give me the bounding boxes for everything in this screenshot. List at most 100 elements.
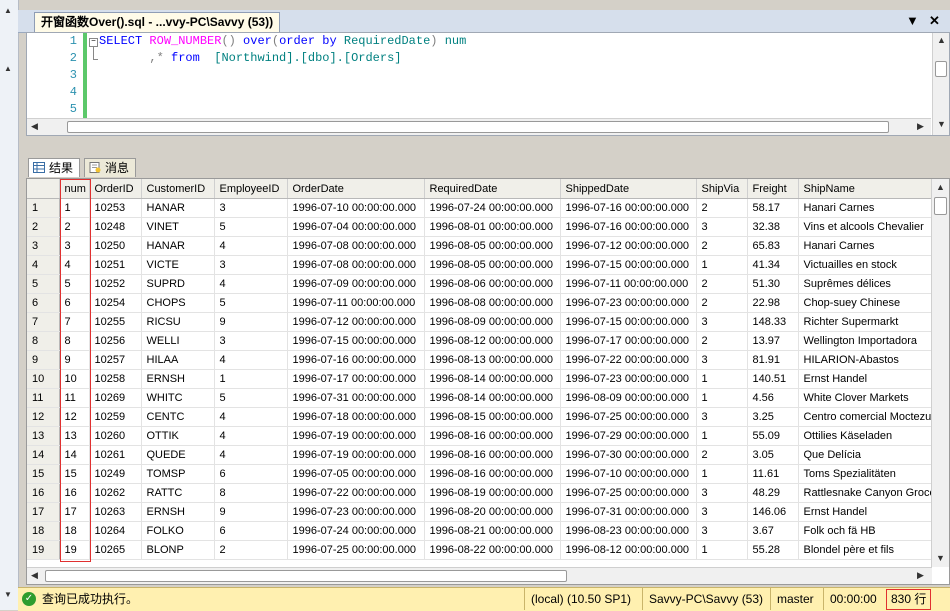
row-number-cell[interactable]: 5 (27, 274, 60, 294)
table-cell[interactable]: 55.28 (747, 540, 799, 560)
table-cell[interactable]: Chop-suey Chinese (798, 293, 948, 313)
table-cell[interactable]: 51.30 (747, 274, 799, 294)
table-cell[interactable]: 1996-07-15 00:00:00.000 (287, 331, 425, 351)
grid-horizontal-scrollbar[interactable]: ◀ ▶ (27, 567, 932, 584)
table-cell[interactable]: 13 (59, 426, 90, 446)
table-cell[interactable]: 3 (696, 502, 748, 522)
table-cell[interactable]: 10250 (89, 236, 142, 256)
table-cell[interactable]: 1996-07-10 00:00:00.000 (560, 464, 697, 484)
tab-results[interactable]: 结果 (28, 158, 81, 177)
table-cell[interactable]: HILAA (141, 350, 215, 370)
table-cell[interactable]: 1996-08-23 00:00:00.000 (560, 521, 697, 541)
table-cell[interactable]: Ottilies Käseladen (798, 426, 948, 446)
table-cell[interactable]: White Clover Markets (798, 388, 948, 408)
table-cell[interactable]: 9 (214, 312, 288, 332)
table-cell[interactable]: 1 (696, 369, 748, 389)
results-grid[interactable]: num OrderID CustomerID EmployeeID OrderD… (26, 178, 950, 585)
table-row[interactable]: 14 14 10261 QUEDE 4 1996-07-19 00:00:00.000 19… (27, 445, 948, 465)
table-cell[interactable]: 1996-07-31 00:00:00.000 (287, 388, 425, 408)
table-cell[interactable]: 1996-07-15 00:00:00.000 (560, 255, 697, 275)
table-cell[interactable]: 4 (214, 407, 288, 427)
table-cell[interactable]: 3 (214, 255, 288, 275)
table-cell[interactable]: 1996-07-25 00:00:00.000 (560, 483, 697, 503)
table-cell[interactable]: 1996-07-23 00:00:00.000 (287, 502, 425, 522)
table-cell[interactable]: Que Delícia (798, 445, 948, 465)
table-cell[interactable]: 2 (696, 274, 748, 294)
table-cell[interactable]: 12 (59, 407, 90, 427)
table-row[interactable]: 7 7 10255 RICSU 9 1996-07-12 00:00:00.000 1996… (27, 312, 948, 332)
table-cell[interactable]: 1996-08-22 00:00:00.000 (424, 540, 561, 560)
scroll-right-icon[interactable]: ▶ (917, 121, 924, 132)
table-cell[interactable]: 3.05 (747, 445, 799, 465)
table-cell[interactable]: 6 (59, 293, 90, 313)
table-cell[interactable]: 1996-07-10 00:00:00.000 (287, 198, 425, 218)
table-cell[interactable]: 1996-07-29 00:00:00.000 (560, 426, 697, 446)
table-cell[interactable]: 65.83 (747, 236, 799, 256)
table-cell[interactable]: 1996-07-08 00:00:00.000 (287, 255, 425, 275)
table-cell[interactable]: 10262 (89, 483, 142, 503)
table-cell[interactable]: 1996-07-12 00:00:00.000 (287, 312, 425, 332)
table-row[interactable]: 6 6 10254 CHOPS 5 1996-07-11 00:00:00.000 1996… (27, 293, 948, 313)
column-header[interactable]: OrderDate (287, 179, 425, 199)
table-cell[interactable]: VICTE (141, 255, 215, 275)
table-cell[interactable]: 1996-07-30 00:00:00.000 (560, 445, 697, 465)
table-cell[interactable]: Vins et alcools Chevalier (798, 217, 948, 237)
row-number-cell[interactable]: 13 (27, 426, 60, 446)
table-cell[interactable]: VINET (141, 217, 215, 237)
table-cell[interactable]: 11 (59, 388, 90, 408)
table-cell[interactable]: 1996-07-19 00:00:00.000 (287, 445, 425, 465)
scroll-up-icon[interactable]: ▲ (4, 6, 12, 15)
table-cell[interactable]: 3 (696, 350, 748, 370)
scroll-left-icon[interactable]: ◀ (31, 570, 38, 581)
table-cell[interactable]: CHOPS (141, 293, 215, 313)
table-cell[interactable]: 1996-08-01 00:00:00.000 (424, 217, 561, 237)
table-cell[interactable]: 10252 (89, 274, 142, 294)
table-cell[interactable]: Ernst Handel (798, 502, 948, 522)
close-tab-icon[interactable]: ✕ (929, 13, 940, 29)
table-row[interactable]: 16 16 10262 RATTC 8 1996-07-22 00:00:00.000 19… (27, 483, 948, 503)
table-cell[interactable]: 1996-08-21 00:00:00.000 (424, 521, 561, 541)
table-cell[interactable]: 10258 (89, 369, 142, 389)
table-cell[interactable]: 1 (214, 369, 288, 389)
scroll-down-icon[interactable]: ▼ (4, 590, 12, 599)
table-cell[interactable]: 3.67 (747, 521, 799, 541)
code-line-2[interactable]: ,* from [Northwind].[dbo].[Orders] (99, 51, 401, 65)
table-cell[interactable]: WHITC (141, 388, 215, 408)
row-number-cell[interactable]: 18 (27, 521, 60, 541)
table-cell[interactable]: 1996-07-23 00:00:00.000 (560, 369, 697, 389)
scroll-thumb[interactable] (67, 121, 889, 133)
table-row[interactable]: 9 9 10257 HILAA 4 1996-07-16 00:00:00.000 1996… (27, 350, 948, 370)
column-header[interactable]: ShippedDate (560, 179, 697, 199)
table-row[interactable]: 4 4 10251 VICTE 3 1996-07-08 00:00:00.000 1996… (27, 255, 948, 275)
table-cell[interactable]: 1996-07-05 00:00:00.000 (287, 464, 425, 484)
table-cell[interactable]: 1996-08-05 00:00:00.000 (424, 236, 561, 256)
table-cell[interactable]: 146.06 (747, 502, 799, 522)
table-cell[interactable]: 5 (214, 293, 288, 313)
table-cell[interactable]: HANAR (141, 236, 215, 256)
table-row[interactable]: 15 15 10249 TOMSP 6 1996-07-05 00:00:00.000 19… (27, 464, 948, 484)
table-cell[interactable]: 1996-08-12 00:00:00.000 (424, 331, 561, 351)
table-cell[interactable]: Folk och fä HB (798, 521, 948, 541)
table-cell[interactable]: 1996-07-17 00:00:00.000 (287, 369, 425, 389)
table-cell[interactable]: 148.33 (747, 312, 799, 332)
code-line-1[interactable]: SELECT ROW_NUMBER() over(order by Requir… (99, 34, 466, 48)
table-cell[interactable]: CENTC (141, 407, 215, 427)
table-cell[interactable]: 140.51 (747, 369, 799, 389)
table-cell[interactable]: 10255 (89, 312, 142, 332)
table-cell[interactable]: 2 (696, 293, 748, 313)
table-cell[interactable]: 18 (59, 521, 90, 541)
column-header[interactable]: ShipName (798, 179, 948, 199)
table-cell[interactable]: 5 (214, 388, 288, 408)
table-cell[interactable]: 10251 (89, 255, 142, 275)
table-cell[interactable]: 11.61 (747, 464, 799, 484)
table-cell[interactable]: 10 (59, 369, 90, 389)
scroll-left-icon[interactable]: ◀ (31, 121, 38, 132)
column-header[interactable]: Freight (747, 179, 799, 199)
table-cell[interactable]: 8 (59, 331, 90, 351)
table-cell[interactable]: 10265 (89, 540, 142, 560)
table-cell[interactable]: 10249 (89, 464, 142, 484)
table-cell[interactable]: 1996-08-12 00:00:00.000 (560, 540, 697, 560)
table-cell[interactable]: 19 (59, 540, 90, 560)
table-cell[interactable]: Richter Supermarkt (798, 312, 948, 332)
table-cell[interactable]: 1996-08-06 00:00:00.000 (424, 274, 561, 294)
